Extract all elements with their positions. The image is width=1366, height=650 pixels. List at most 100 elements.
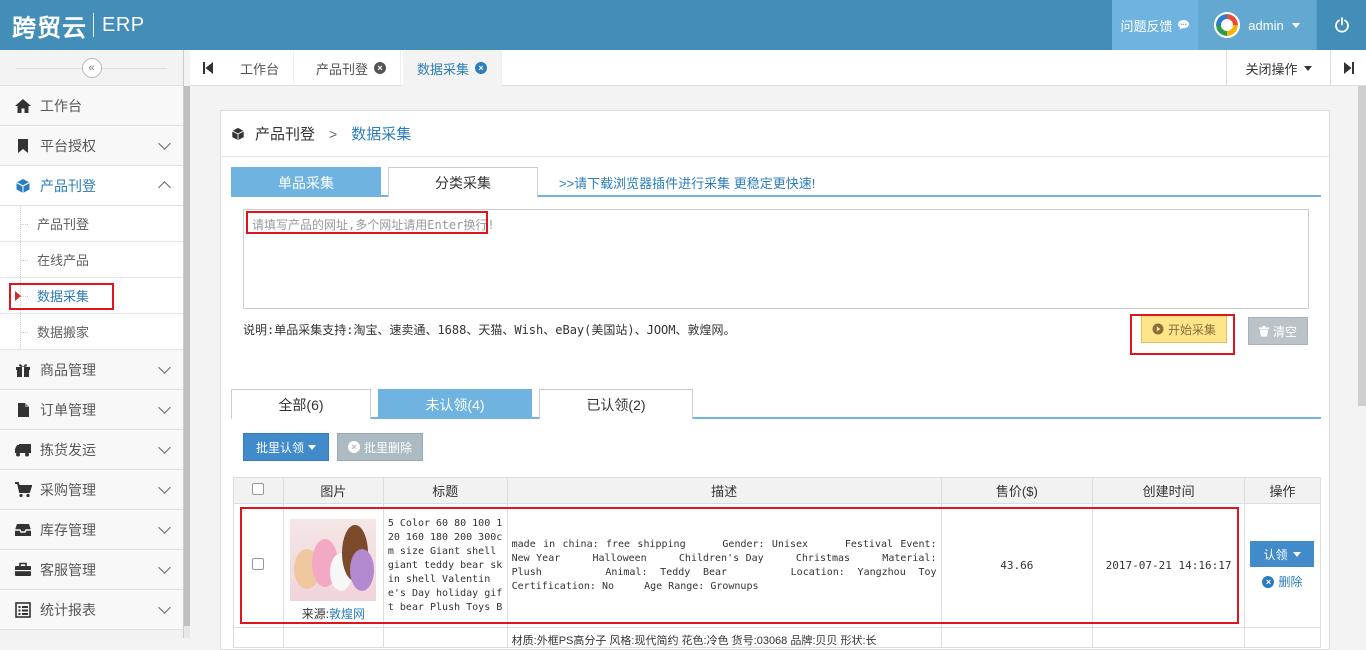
chevron-down-icon [158,601,171,614]
file-icon [14,401,32,419]
sidebar-item-inventory[interactable]: 库存管理 [0,510,183,550]
tab-label: 已认领(2) [586,396,646,413]
sidebar-item-reports[interactable]: 统计报表 [0,590,183,630]
bulk-delete-button[interactable]: × 批里删除 [337,433,423,461]
collect-tabs: 单品采集 分类采集 >>请下载浏览器插件进行采集 更稳定更快速! [231,167,1321,197]
collapse-sidebar-button[interactable]: « [81,57,102,78]
sidebar-item-label: 统计报表 [40,601,96,618]
sidebar-item-platform-auth[interactable]: 平台授权 [0,126,183,166]
sidebar-subitem-label: 数据采集 [37,289,90,304]
plugin-download-link[interactable]: >>请下载浏览器插件进行采集 更稳定更快速! [559,167,815,197]
tab-single-collect[interactable]: 单品采集 [231,167,381,197]
sidebar-item-orders[interactable]: 订单管理 [0,390,183,430]
collect-section: 单品采集 分类采集 >>请下载浏览器插件进行采集 更稳定更快速! 请填写产品的网… [231,167,1321,369]
clear-label: 清空 [1272,324,1297,339]
tabs-prev-button[interactable] [190,50,226,86]
feedback-label: 问题反馈 [1120,18,1173,34]
clear-button[interactable]: 清空 [1248,317,1308,345]
sidebar-item-product-listing[interactable]: 产品刊登 [0,166,183,206]
delete-link[interactable]: × 删除 [1245,573,1320,590]
actions-cell: 认领 × 删除 [1243,503,1322,628]
sidebar-item-purchase[interactable]: 采购管理 [0,470,183,510]
tab-claimed[interactable]: 已认领(2) [539,389,693,419]
url-input-placeholder: 请填写产品的网址,多个网址请用Enter换行! [252,218,495,232]
url-input[interactable]: 请填写产品的网址,多个网址请用Enter换行! [243,209,1309,309]
sidebar: « 工作台 平台授权 产品刊登 产品刊登 在线产品 数据采集 数据搬家 商品管理… [0,50,184,638]
sidebar-subitem-listing[interactable]: 产品刊登 [0,206,183,242]
sidebar-subitem-data-migration[interactable]: 数据搬家 [0,314,183,350]
briefcase-icon [14,561,32,579]
product-price: 43.66 [940,503,1094,628]
truck-icon [14,441,32,459]
product-created-time: 2017-07-21 14:16:17 [1092,503,1245,628]
cart-icon [14,481,32,499]
sidebar-subitem-online-products[interactable]: 在线产品 [0,242,183,278]
tab-product-listing[interactable]: 产品刊登 × [302,50,402,86]
sidebar-subitem-label: 在线产品 [37,253,90,268]
chevron-down-icon [158,401,171,414]
row-select-cell [233,503,284,628]
source-label: 来源: [301,607,330,621]
tabs-next-button[interactable] [1330,50,1366,86]
tab-category-collect[interactable]: 分类采集 [388,167,538,197]
close-icon: × [347,441,360,453]
page-scrollbar[interactable] [1358,86,1366,406]
chevron-down-icon [158,481,171,494]
sidebar-item-shipping[interactable]: 拣货发运 [0,430,183,470]
tab-label: 工作台 [240,61,280,77]
app-logo[interactable]: 跨贸云 ERP [12,8,145,42]
step-forward-icon [1343,62,1354,74]
sidebar-item-label: 订单管理 [40,401,96,418]
caret-down-icon [1291,22,1300,28]
column-header: 图片 [282,477,384,504]
status-filter-tabs: 全部(6) 未认领(4) 已认领(2) [231,389,1321,419]
start-collect-button[interactable]: 开始采集 [1141,315,1227,343]
logout-button[interactable] [1316,0,1366,50]
breadcrumb-current: 数据采集 [351,126,412,143]
sidebar-collapse-row: « [0,50,183,86]
sidebar-item-dashboard[interactable]: 工作台 [0,86,183,126]
sidebar-item-customer-service[interactable]: 客服管理 [0,550,183,590]
trash-icon [1258,325,1269,336]
row-checkbox[interactable] [252,558,265,570]
power-icon [1334,17,1349,33]
close-icon[interactable]: × [374,62,387,74]
close-operations-dropdown[interactable]: 关闭操作 [1226,50,1330,86]
sidebar-item-goods[interactable]: 商品管理 [0,350,183,390]
breadcrumb-parent[interactable]: 产品刊登 [255,123,315,144]
list-icon [14,601,32,619]
column-header: 标题 [382,477,508,504]
sidebar-item-label: 拣货发运 [40,441,96,458]
product-image[interactable] [290,519,377,601]
select-all-checkbox[interactable] [252,483,265,495]
sidebar-subitem-label: 产品刊登 [37,217,90,232]
sidebar-subitem-data-collection[interactable]: 数据采集 [0,278,183,314]
gift-icon [14,361,32,379]
table-row: 来源:敦煌网 5 Color 60 80 100 120 160 180 200… [233,503,1322,628]
close-operations-label: 关闭操作 [1245,61,1298,77]
breadcrumb-separator: > [329,125,338,142]
tab-data-collection[interactable]: 数据采集 × [403,50,503,86]
column-header: 描述 [506,477,942,504]
sidebar-subitem-label: 数据搬家 [37,325,90,340]
bulk-claim-button[interactable]: 批里认领 [243,433,329,461]
table-header-row: 图片 标题 描述 售价($) 创建时间 操作 [233,477,1322,504]
play-circle-icon [1152,323,1164,335]
sidebar-scrollbar[interactable] [184,86,190,638]
tab-unclaimed[interactable]: 未认领(4) [378,389,532,419]
bookmark-icon [14,137,32,155]
source-link[interactable]: 敦煌网 [329,607,365,621]
close-icon[interactable]: × [475,62,488,74]
claim-label: 认领 [1263,547,1288,562]
tab-all[interactable]: 全部(6) [231,389,371,419]
avatar [1214,12,1241,38]
tab-dashboard[interactable]: 工作台 [226,50,295,86]
claim-button[interactable]: 认领 [1250,541,1315,567]
feedback-button[interactable]: 问题反馈 [1112,0,1198,50]
user-menu[interactable]: admin [1198,0,1316,50]
step-backward-icon [203,62,213,74]
column-header: 创建时间 [1092,477,1245,504]
product-description: made in china: free shipping Gender: Uni… [506,503,942,628]
start-collect-label: 开始采集 [1167,322,1216,337]
sidebar-item-label: 工作台 [40,97,82,114]
